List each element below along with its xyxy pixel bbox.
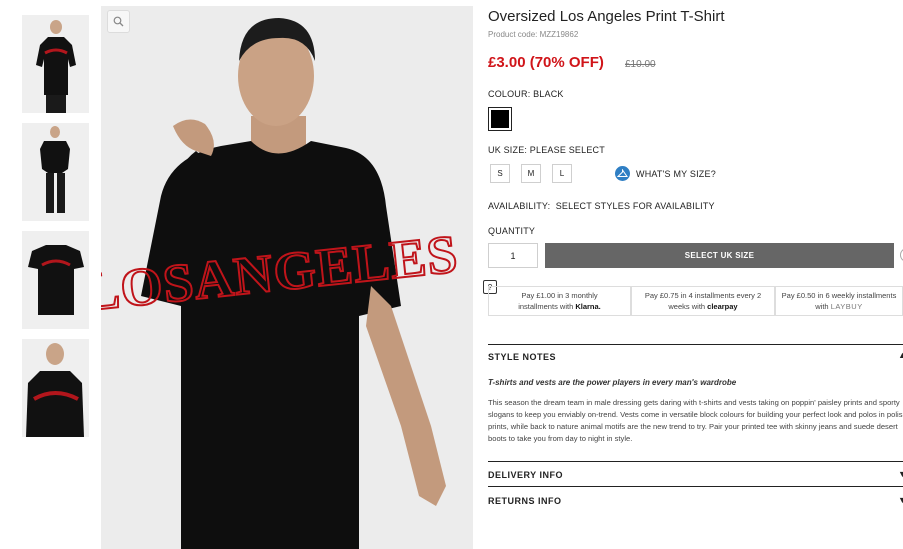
model-illustration: LOSANGELES [101,18,462,549]
quantity-label: QUANTITY [488,226,536,236]
chevron-down-icon[interactable]: ▼ [898,495,903,505]
thumbnail-back[interactable] [22,123,89,221]
colour-value: BLACK [530,89,564,99]
style-notes-body: This season the dream team in male dress… [488,398,903,443]
size-option-m[interactable]: M [521,164,541,183]
laybuy-logo: LAYBUY [830,302,863,311]
style-notes-tagline: T-shirts and vests are the power players… [488,378,737,387]
product-code: Product code: MZZ19862 [488,30,579,39]
divider [488,461,903,462]
product-title: Oversized Los Angeles Print T-Shirt [488,8,725,25]
thumbnail-closeup[interactable] [22,339,89,437]
payment-option-laybuy[interactable]: Pay £0.50 in 6 weekly installments with … [775,286,903,316]
delivery-info-heading[interactable]: DELIVERY INFO [488,470,563,480]
product-main-image[interactable]: LOSANGELES [101,6,473,549]
size-option-s[interactable]: S [490,164,510,183]
divider [488,486,903,487]
klarna-logo: Klarna. [575,302,601,311]
whats-my-size-link[interactable]: WHAT'S MY SIZE? [636,169,716,179]
divider [488,344,903,345]
size-option-l[interactable]: L [552,164,572,183]
sale-price: £3.00 (70% OFF) [488,54,604,71]
payment-option-clearpay[interactable]: Pay £0.75 in 4 installments every 2 week… [631,286,775,316]
original-price: £10.00 [625,59,656,70]
availability-value: SELECT STYLES FOR AVAILABILITY [555,201,715,211]
quantity-input[interactable]: 1 [488,243,538,268]
thumbnail-list [22,15,89,447]
chevron-down-icon[interactable]: ▼ [898,469,903,479]
thumbnail-front[interactable] [22,15,89,113]
add-to-bag-button[interactable]: SELECT UK SIZE [545,243,894,268]
zoom-icon[interactable] [107,10,130,33]
thumbnail-flat[interactable] [22,231,89,329]
size-label: UK SIZE: PLEASE SELECT [488,145,605,155]
returns-info-heading[interactable]: RETURNS INFO [488,496,562,506]
size-value: PLEASE SELECT [527,145,605,155]
colour-swatch-black[interactable] [488,107,512,131]
colour-label: COLOUR: BLACK [488,89,564,99]
style-notes-heading[interactable]: STYLE NOTES [488,352,556,362]
chevron-up-icon[interactable]: ▲ [898,350,903,360]
clearpay-logo: clearpay [707,302,738,311]
payment-option-klarna[interactable]: Pay £1.00 in 3 monthly installments with… [488,286,631,316]
hanger-icon[interactable] [615,166,630,181]
availability-label: AVAILABILITY: SELECT STYLES FOR AVAILABI… [488,201,715,211]
